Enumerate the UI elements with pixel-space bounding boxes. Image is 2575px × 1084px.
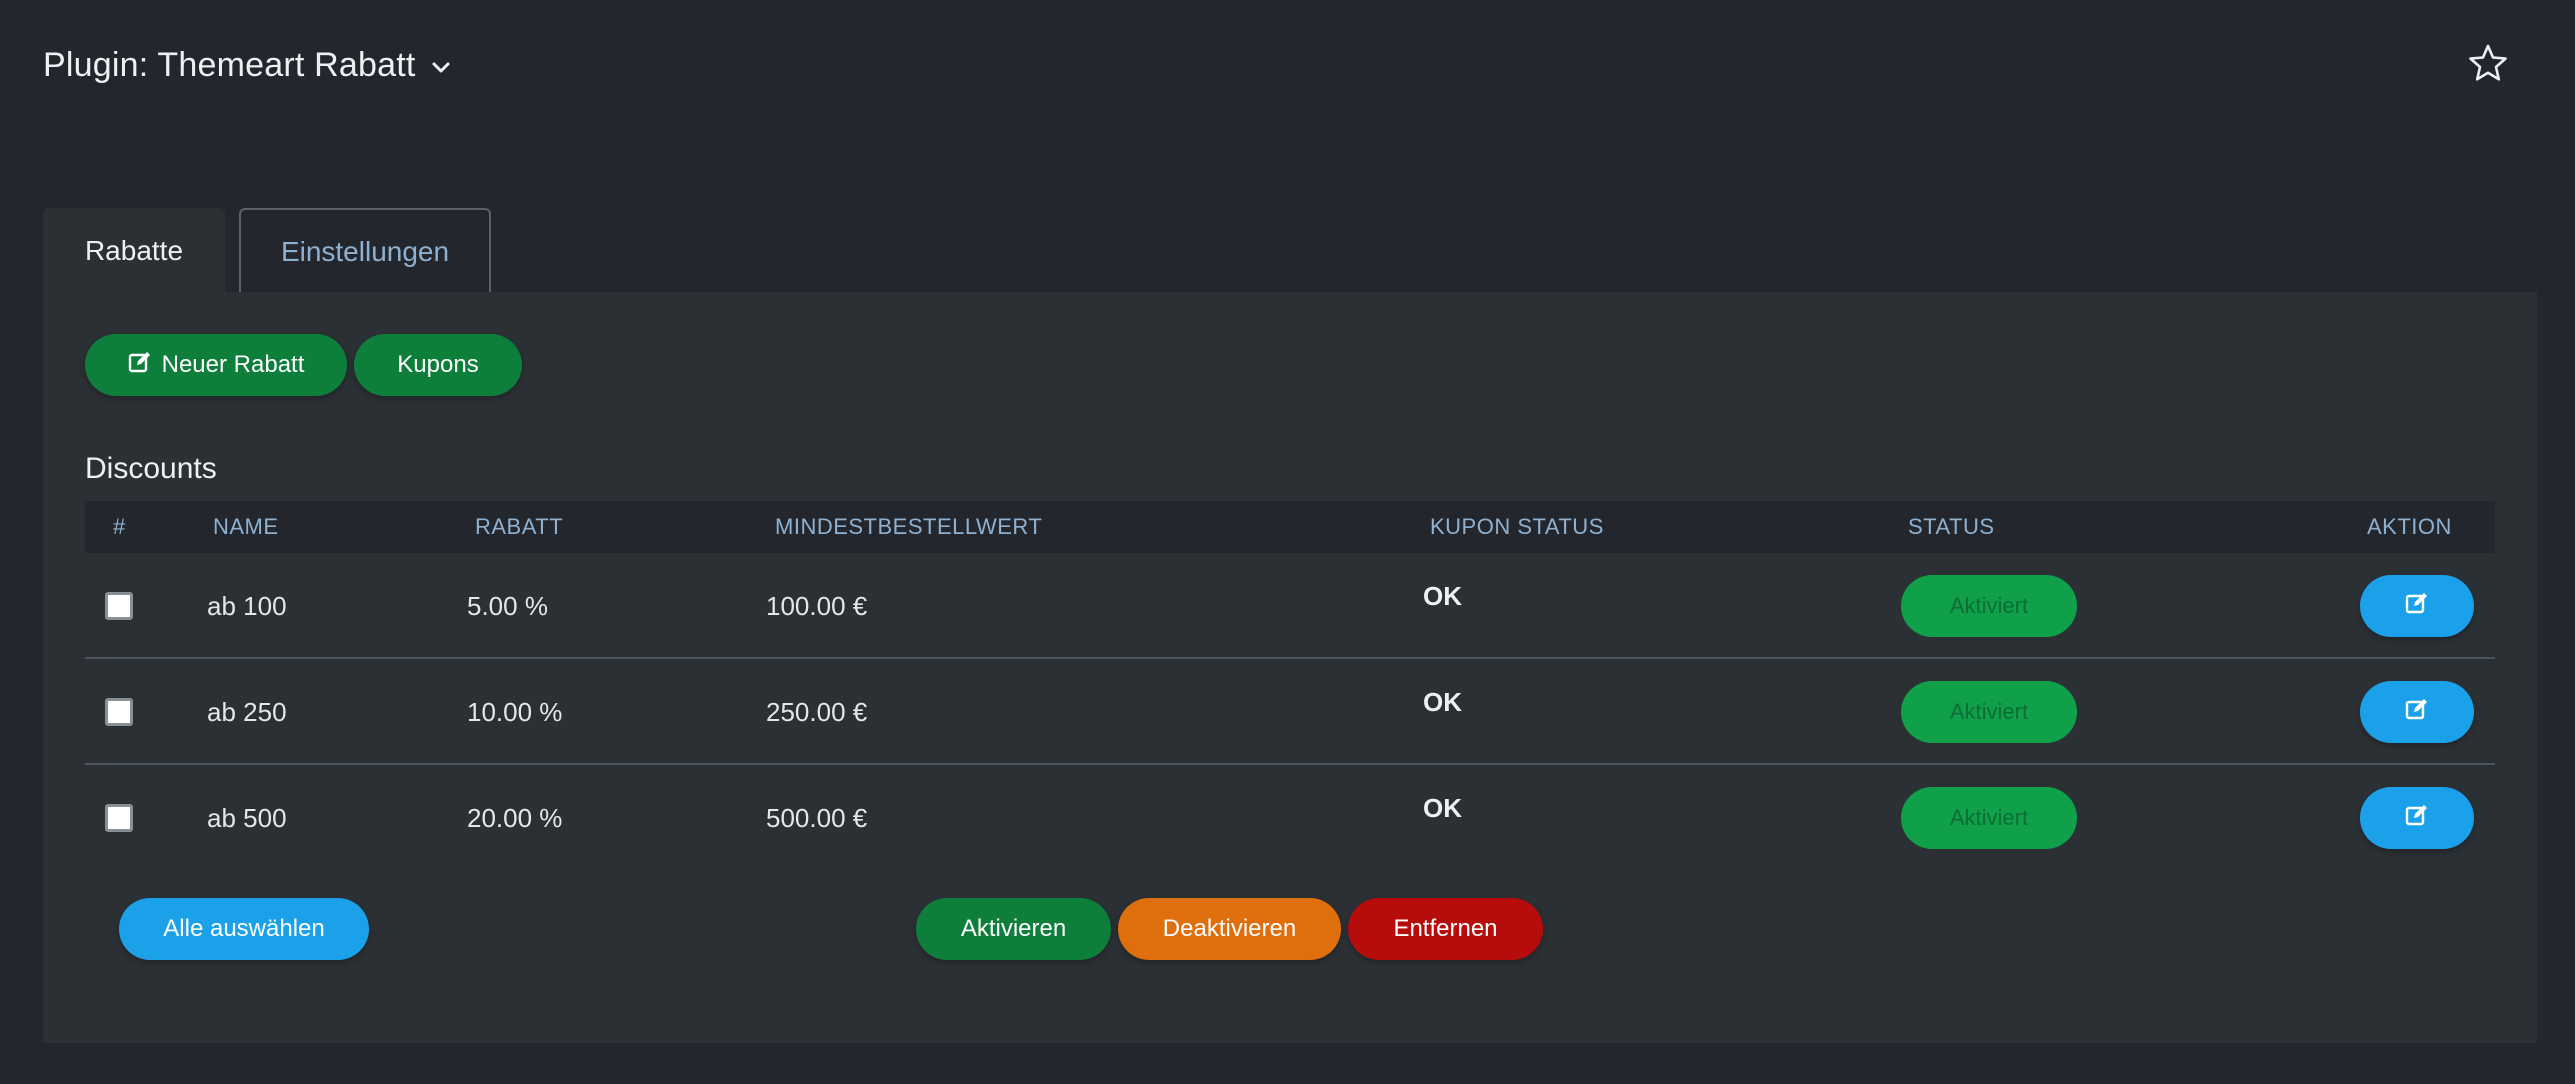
- row-coupon-status: OK: [1423, 687, 1462, 717]
- tab-bar: Rabatte Einstellungen: [43, 208, 491, 293]
- table-row: ab 100 5.00 % 100.00 € OK Aktiviert: [85, 553, 2495, 659]
- new-discount-label: Neuer Rabatt: [161, 351, 305, 378]
- edit-icon: [2405, 591, 2429, 622]
- edit-icon: [128, 350, 152, 381]
- column-header-discount: RABATT: [475, 514, 564, 539]
- remove-button[interactable]: Entfernen: [1348, 898, 1543, 960]
- row-discount: 20.00 %: [467, 803, 563, 833]
- column-header-status: STATUS: [1908, 514, 1995, 539]
- select-all-button[interactable]: Alle auswählen: [119, 898, 369, 960]
- new-discount-button[interactable]: Neuer Rabatt: [85, 334, 347, 396]
- coupons-button[interactable]: Kupons: [354, 334, 522, 396]
- row-discount: 10.00 %: [467, 697, 563, 727]
- star-icon[interactable]: [2467, 42, 2509, 84]
- row-name: ab 250: [207, 697, 287, 727]
- edit-row-button[interactable]: [2360, 681, 2474, 743]
- deactivate-button[interactable]: Deaktivieren: [1118, 898, 1341, 960]
- row-name: ab 500: [207, 803, 287, 833]
- column-header-min-order: MINDESTBESTELLWERT: [775, 514, 1043, 539]
- column-header-coupon-status: KUPON STATUS: [1430, 514, 1604, 539]
- column-header-name: NAME: [213, 514, 279, 539]
- status-toggle-button[interactable]: Aktiviert: [1901, 575, 2077, 637]
- row-checkbox[interactable]: [105, 592, 133, 620]
- edit-row-button[interactable]: [2360, 787, 2474, 849]
- activate-button[interactable]: Aktivieren: [916, 898, 1111, 960]
- row-checkbox[interactable]: [105, 698, 133, 726]
- page-header: Plugin: Themeart Rabatt: [43, 40, 454, 90]
- edit-row-button[interactable]: [2360, 575, 2474, 637]
- page-title: Plugin: Themeart Rabatt: [43, 45, 416, 84]
- column-header-number: #: [113, 514, 126, 539]
- table-row: ab 250 10.00 % 250.00 € OK Aktiviert: [85, 659, 2495, 765]
- section-title: Discounts: [85, 452, 217, 485]
- row-checkbox[interactable]: [105, 804, 133, 832]
- table-row: ab 500 20.00 % 500.00 € OK Aktiviert: [85, 765, 2495, 871]
- edit-icon: [2405, 803, 2429, 834]
- row-min-order: 500.00 €: [766, 803, 868, 833]
- tab-rabatte[interactable]: Rabatte: [43, 208, 225, 293]
- status-toggle-button[interactable]: Aktiviert: [1901, 787, 2077, 849]
- edit-icon: [2405, 697, 2429, 728]
- row-name: ab 100: [207, 591, 287, 621]
- row-min-order: 100.00 €: [766, 591, 868, 621]
- tab-einstellungen[interactable]: Einstellungen: [239, 208, 491, 293]
- row-discount: 5.00 %: [467, 591, 548, 621]
- tab-panel: Neuer Rabatt Kupons Discounts # NAME RAB…: [43, 292, 2537, 1043]
- status-toggle-button[interactable]: Aktiviert: [1901, 681, 2077, 743]
- chevron-down-icon[interactable]: [428, 55, 454, 81]
- row-coupon-status: OK: [1423, 581, 1462, 611]
- column-header-action: AKTION: [2367, 514, 2452, 539]
- table-header: # NAME RABATT MINDESTBESTELLWERT KUPON S…: [85, 501, 2495, 553]
- row-min-order: 250.00 €: [766, 697, 868, 727]
- row-coupon-status: OK: [1423, 793, 1462, 823]
